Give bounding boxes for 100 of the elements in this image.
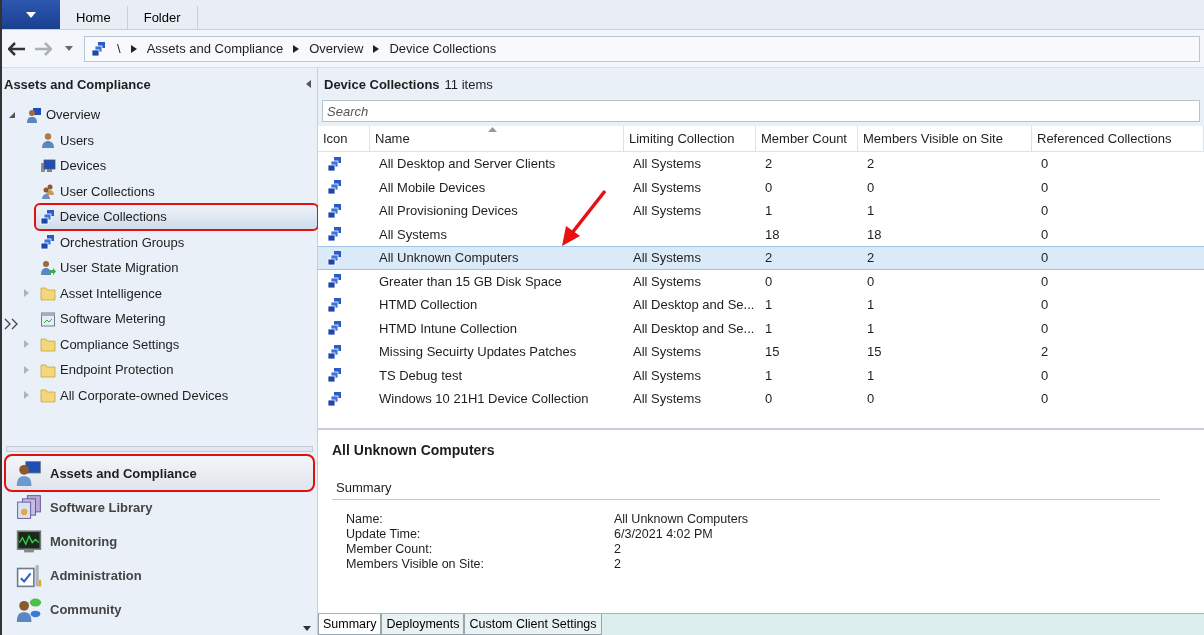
field-label: Members Visible on Site: [346,557,486,572]
table-cell: 0 [765,179,773,195]
table-cell: 0 [1041,367,1049,383]
caret-icon [65,46,73,51]
tree-item[interactable]: User State Migration [36,255,183,280]
tree-item[interactable]: Devices [36,153,111,178]
ribbon-tab[interactable]: Home [60,6,128,29]
folder-icon [40,361,56,378]
field-label: Member Count: [346,542,434,557]
folder-icon [40,285,56,302]
table-cell: All Desktop and Se... [633,320,755,336]
people-icon [40,183,56,200]
details-tab[interactable]: Summary [318,614,382,635]
workspace-button[interactable]: Monitoring [6,524,313,558]
collection-icon [327,155,343,172]
stacked-windows-icon [16,494,42,520]
table-cell: 1 [765,367,773,383]
table-cell: 18 [765,226,780,242]
caret-icon [26,11,36,18]
collection-icon [327,202,343,219]
table-cell: All Systems [633,156,701,172]
column-header[interactable]: Name [370,126,624,152]
table-cell: 1 [765,203,773,219]
workspace-button[interactable]: Administration [6,558,313,592]
table-cell: 0 [1041,179,1049,195]
table-cell: 15 [867,344,882,360]
collapse-icon[interactable] [306,80,311,88]
table-cell: 1 [765,297,773,313]
field-value: 2 [614,542,622,557]
person-icon [40,132,56,149]
breadcrumb-item[interactable]: \ [117,41,121,56]
details-tab[interactable]: Deployments [381,614,465,635]
table-cell: 0 [1041,297,1049,313]
tree-item[interactable]: Orchestration Groups [36,230,189,255]
tree-item[interactable]: User Collections [36,179,159,204]
tree-item[interactable]: Users [36,128,98,153]
column-header[interactable]: Icon [318,126,370,152]
address-bar[interactable]: \ Assets and Compliance Overview Device Collections [84,35,1200,62]
tree-item[interactable]: Asset Intelligence [36,281,166,306]
ribbon-tab[interactable]: Folder [127,6,198,29]
person-arrow-icon [40,259,56,276]
table-cell: Missing Secuirty Updates Patches [379,344,577,360]
tree-item[interactable]: Software Metering [36,306,170,331]
expand-pane-icon[interactable] [4,318,20,330]
forward-arrow-icon [34,41,52,56]
checklist-tools-icon [16,562,42,588]
tree-item[interactable]: Endpoint Protection [36,357,178,382]
table-cell: 1 [765,320,773,336]
workspace-button[interactable]: Software Library [6,490,313,524]
meter-icon [40,310,56,327]
column-header[interactable]: Members Visible on Site [858,126,1032,152]
back-arrow-icon [8,41,26,56]
table-cell: HTMD Intune Collection [379,320,517,336]
workspace-button[interactable]: Community [6,592,313,626]
tree-item[interactable]: Overview [22,102,105,127]
details-title: All Unknown Computers [332,442,496,458]
table-cell: 0 [1041,320,1049,336]
collection-icon [91,40,107,57]
table-cell: All Provisioning Devices [379,203,518,219]
table-cell: 0 [1041,250,1049,266]
tree-item[interactable]: Device Collections [35,204,317,229]
breadcrumb-item[interactable]: Assets and Compliance [146,41,284,56]
collection-icon [327,367,343,384]
table-cell: 18 [867,226,882,242]
column-header[interactable]: Referenced Collections [1032,126,1204,152]
table-cell: All Systems [633,179,701,195]
table-cell: HTMD Collection [379,297,478,313]
tree-item[interactable]: All Corporate-owned Devices [36,383,233,408]
table-cell: All Systems [633,203,701,219]
collection-icon [40,234,56,251]
table-cell: 0 [1041,156,1049,172]
workspace-button[interactable]: Assets and Compliance [6,456,313,490]
table-cell: Windows 10 21H1 Device Collection [379,391,589,407]
details-tab[interactable]: Custom Client Settings [464,614,602,635]
table-cell: 1 [867,297,875,313]
column-header[interactable]: Limiting Collection [624,126,756,152]
table-cell: 0 [1041,391,1049,407]
collection-icon [327,273,343,290]
collection-icon [327,390,343,407]
person-monitor-icon [26,106,42,123]
tree-item[interactable]: Compliance Settings [36,332,184,357]
table-cell: All Systems [633,391,701,407]
table-cell: All Systems [633,250,701,266]
table-cell: 2 [1041,344,1049,360]
table-cell: All Mobile Devices [379,179,486,195]
column-header[interactable]: Member Count [756,126,858,152]
collection-icon [327,296,343,313]
breadcrumb-item[interactable]: Device Collections [389,41,497,56]
field-value: 2 [614,557,622,572]
list-title: Device Collections [324,76,440,92]
table-cell: 2 [765,250,773,266]
collection-icon [327,226,343,243]
search-field[interactable]: Search [322,100,1200,122]
expanded-icon[interactable] [8,110,16,119]
table-cell: 0 [1041,226,1049,242]
person-monitor-icon [16,460,42,486]
dropdown-caret-icon[interactable] [303,626,311,631]
item-count: 11 items [444,76,493,92]
breadcrumb-item[interactable]: Overview [309,41,364,56]
table-cell: All Unknown Computers [379,250,519,266]
